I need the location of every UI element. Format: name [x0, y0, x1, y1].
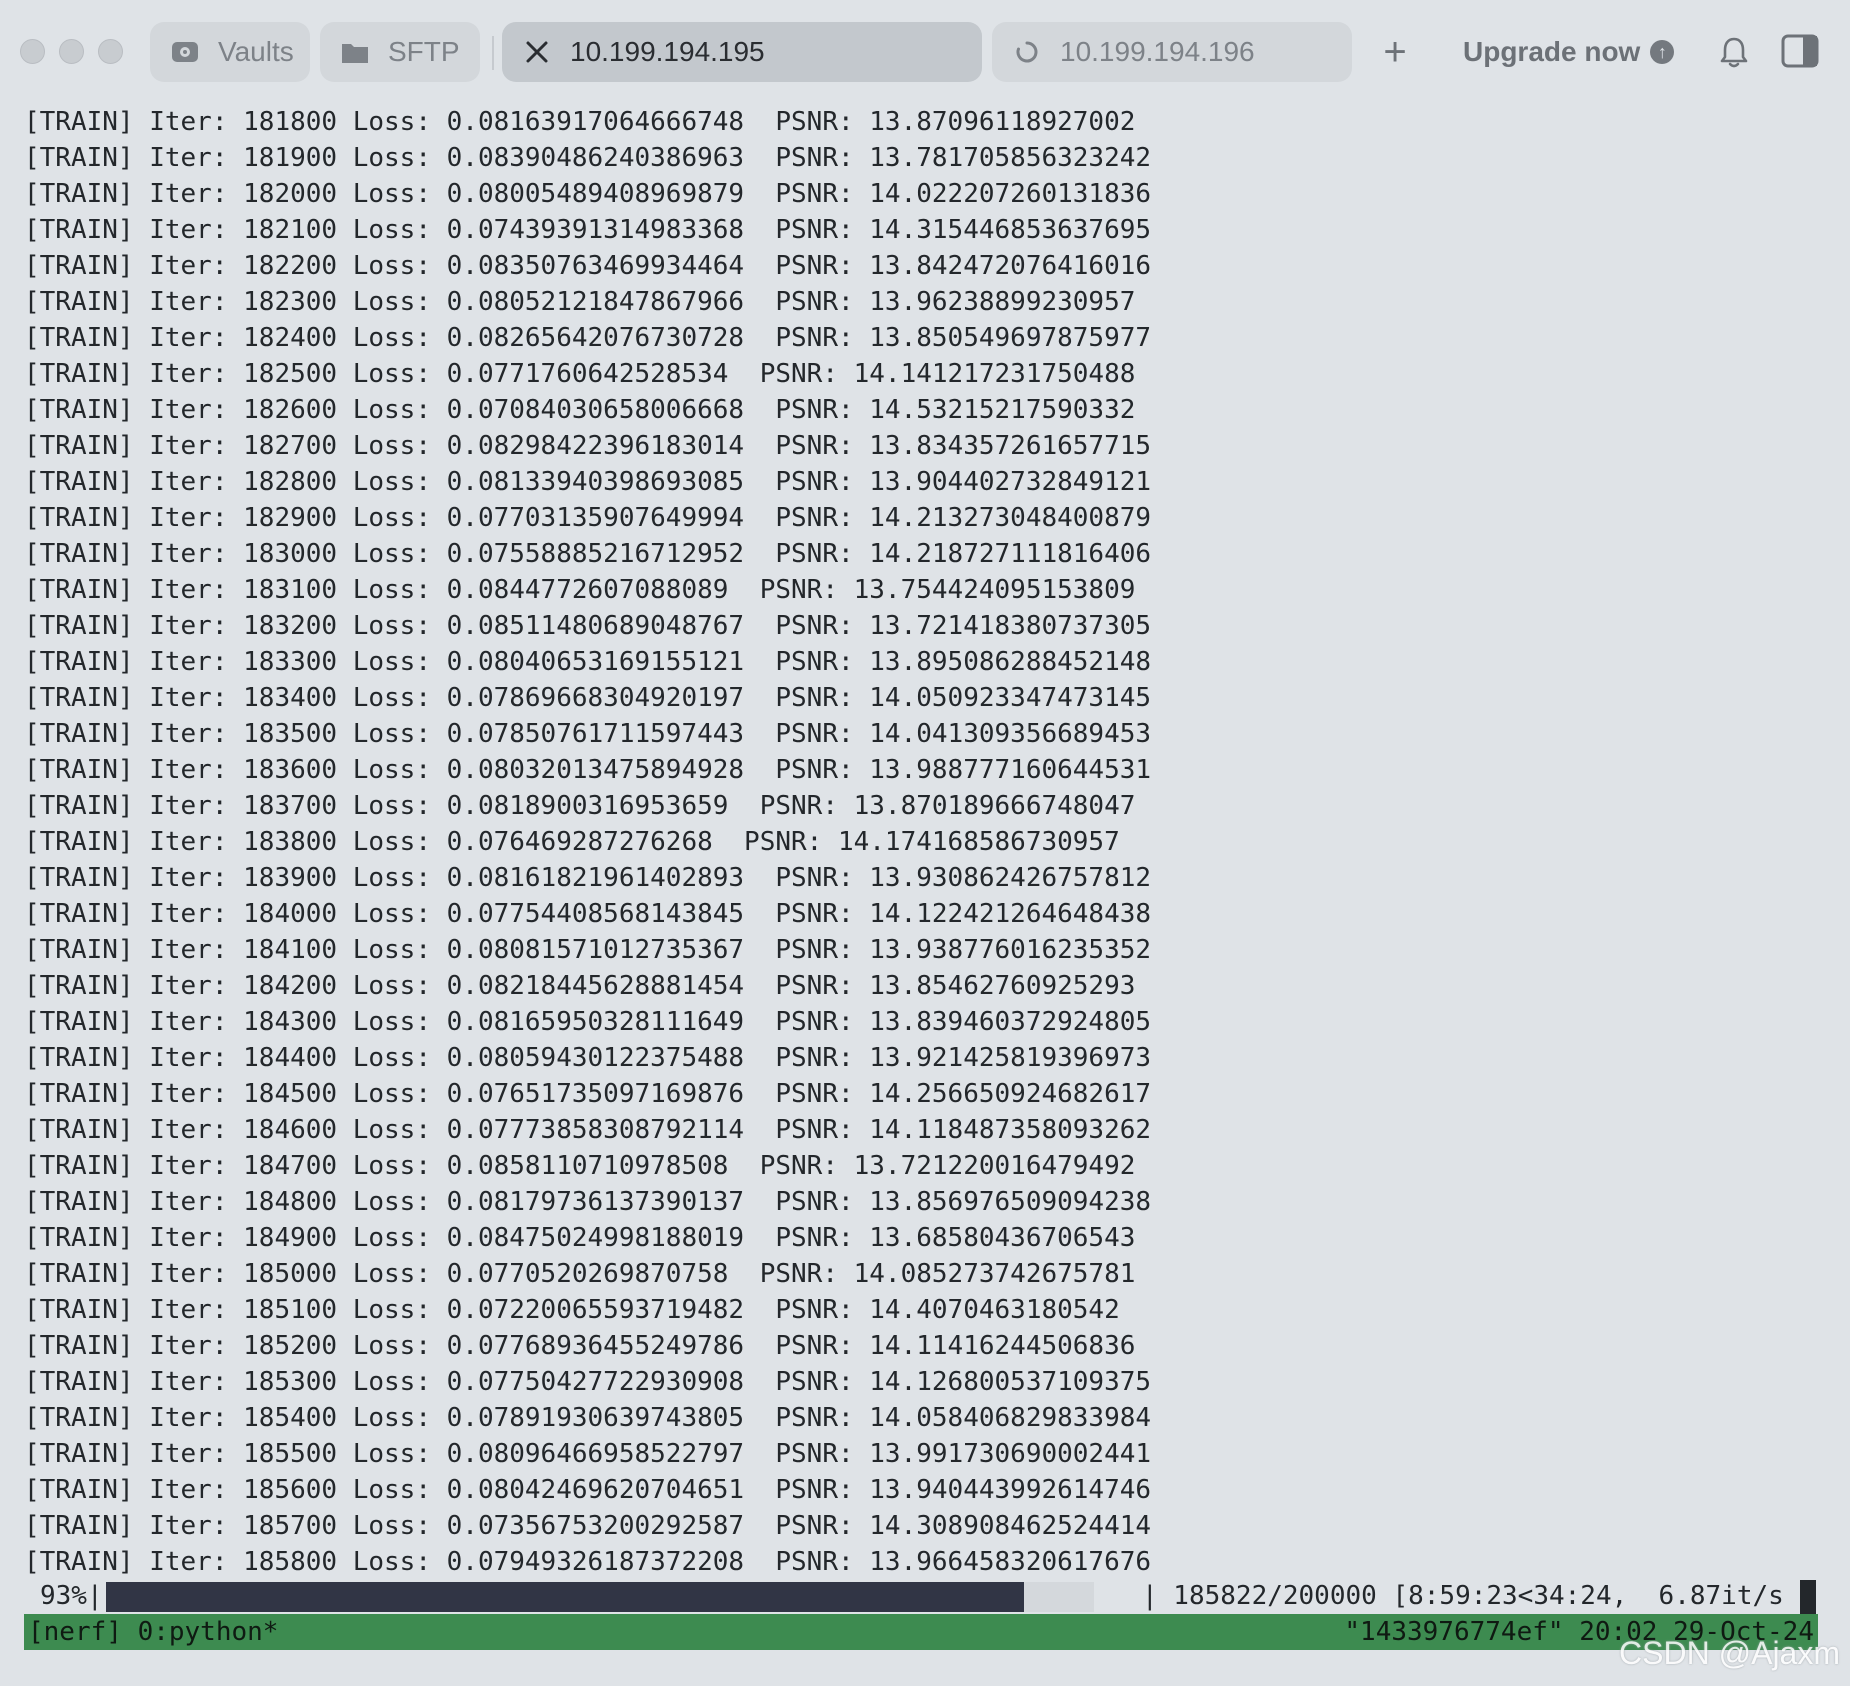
bell-icon[interactable]: [1714, 32, 1754, 72]
log-line: [TRAIN] Iter: 184300 Loss: 0.08165950328…: [24, 1007, 1152, 1037]
log-line: [TRAIN] Iter: 183500 Loss: 0.07850761711…: [24, 719, 1152, 749]
sidebar-toggle-icon[interactable]: [1781, 34, 1819, 68]
log-line: [TRAIN] Iter: 185700 Loss: 0.07356753200…: [24, 1511, 1152, 1541]
tab-host-2[interactable]: 10.199.194.196: [992, 22, 1352, 82]
log-line: [TRAIN] Iter: 184200 Loss: 0.08218445628…: [24, 971, 1136, 1001]
log-line: [TRAIN] Iter: 185800 Loss: 0.07949326187…: [24, 1547, 1152, 1577]
progress-bar: [106, 1582, 1094, 1612]
log-line: [TRAIN] Iter: 182300 Loss: 0.08052121847…: [24, 287, 1136, 317]
upgrade-button[interactable]: Upgrade now ↑: [1463, 30, 1675, 74]
log-line: [TRAIN] Iter: 182900 Loss: 0.07703135907…: [24, 503, 1152, 533]
tab-label: 10.199.194.195: [570, 36, 765, 67]
close-window-button[interactable]: [20, 39, 45, 64]
log-lines: [TRAIN] Iter: 181800 Loss: 0.08163917064…: [24, 104, 1818, 1580]
log-line: [TRAIN] Iter: 184500 Loss: 0.07651735097…: [24, 1079, 1152, 1109]
progress-percent: 93%|: [40, 1581, 103, 1611]
progress-bar-fill: [106, 1582, 1024, 1612]
tab-active-host[interactable]: 10.199.194.195: [502, 22, 982, 82]
log-line: [TRAIN] Iter: 184100 Loss: 0.08081571012…: [24, 935, 1152, 965]
folder-icon: [338, 35, 372, 69]
tab-divider: [492, 36, 494, 70]
log-line: [TRAIN] Iter: 183400 Loss: 0.07869668304…: [24, 683, 1152, 713]
log-line: [TRAIN] Iter: 185100 Loss: 0.07220065593…: [24, 1295, 1120, 1325]
progress-line: 93%| | 185822/200000 [8:59:23<34:24, 6.8…: [24, 1578, 1818, 1614]
log-line: [TRAIN] Iter: 185200 Loss: 0.07768936455…: [24, 1331, 1136, 1361]
log-line: [TRAIN] Iter: 182600 Loss: 0.07084030658…: [24, 395, 1136, 425]
log-line: [TRAIN] Iter: 184000 Loss: 0.07754408568…: [24, 899, 1152, 929]
log-line: [TRAIN] Iter: 184700 Loss: 0.08581107109…: [24, 1151, 1136, 1181]
log-line: [TRAIN] Iter: 183200 Loss: 0.08511480689…: [24, 611, 1152, 641]
zoom-window-button[interactable]: [98, 39, 123, 64]
log-line: [TRAIN] Iter: 183800 Loss: 0.07646928727…: [24, 827, 1120, 857]
upgrade-label: Upgrade now: [1463, 36, 1641, 67]
watermark: CSDN @Ajaxm: [1619, 1635, 1840, 1671]
loading-icon: [1010, 35, 1044, 69]
terminal-output[interactable]: [TRAIN] Iter: 181800 Loss: 0.08163917064…: [24, 104, 1818, 1652]
tmux-status-bar: [nerf] 0:python* "1433976774ef" 20:02 29…: [24, 1614, 1818, 1650]
log-line: [TRAIN] Iter: 182000 Loss: 0.08005489408…: [24, 179, 1152, 209]
arrow-up-icon: ↑: [1650, 40, 1675, 64]
tab-label: 10.199.194.196: [1060, 36, 1255, 67]
tab-label: SFTP: [388, 36, 460, 67]
log-line: [TRAIN] Iter: 182700 Loss: 0.08298422396…: [24, 431, 1152, 461]
log-line: [TRAIN] Iter: 182100 Loss: 0.07439391314…: [24, 215, 1152, 245]
log-line: [TRAIN] Iter: 183600 Loss: 0.08032013475…: [24, 755, 1152, 785]
log-line: [TRAIN] Iter: 184900 Loss: 0.08475024998…: [24, 1223, 1136, 1253]
log-line: [TRAIN] Iter: 181800 Loss: 0.08163917064…: [24, 107, 1136, 137]
log-line: [TRAIN] Iter: 182400 Loss: 0.08265642076…: [24, 323, 1152, 353]
log-line: [TRAIN] Iter: 182800 Loss: 0.08133940398…: [24, 467, 1152, 497]
log-line: [TRAIN] Iter: 185000 Loss: 0.07705202698…: [24, 1259, 1136, 1289]
log-line: [TRAIN] Iter: 183000 Loss: 0.07558885216…: [24, 539, 1152, 569]
log-line: [TRAIN] Iter: 183700 Loss: 0.08189003169…: [24, 791, 1136, 821]
log-line: [TRAIN] Iter: 185400 Loss: 0.07891930639…: [24, 1403, 1152, 1433]
tab-vaults[interactable]: Vaults: [150, 22, 310, 82]
tab-bar: Vaults SFTP 10.199.194.195 10.199.194.19…: [0, 0, 1850, 104]
log-line: [TRAIN] Iter: 183300 Loss: 0.08040653169…: [24, 647, 1152, 677]
log-line: [TRAIN] Iter: 185300 Loss: 0.07750427722…: [24, 1367, 1152, 1397]
tmux-session[interactable]: [nerf] 0:python*: [28, 1614, 278, 1650]
new-tab-button[interactable]: +: [1375, 28, 1415, 76]
tab-sftp[interactable]: SFTP: [320, 22, 480, 82]
log-line: [TRAIN] Iter: 183100 Loss: 0.08447726070…: [24, 575, 1136, 605]
terminal-window: Vaults SFTP 10.199.194.195 10.199.194.19…: [0, 0, 1850, 1686]
tab-label: Vaults: [218, 36, 294, 67]
terminal-cursor: [1800, 1580, 1816, 1614]
log-line: [TRAIN] Iter: 181900 Loss: 0.08390486240…: [24, 143, 1152, 173]
log-line: [TRAIN] Iter: 185500 Loss: 0.08096466958…: [24, 1439, 1152, 1469]
log-line: [TRAIN] Iter: 184400 Loss: 0.08059430122…: [24, 1043, 1152, 1073]
minimize-window-button[interactable]: [59, 39, 84, 64]
log-line: [TRAIN] Iter: 183900 Loss: 0.08161821961…: [24, 863, 1152, 893]
vault-icon: [168, 35, 202, 69]
progress-detail: | 185822/200000 [8:59:23<34:24, 6.87it/s: [1142, 1581, 1784, 1611]
close-icon[interactable]: [520, 35, 554, 69]
log-line: [TRAIN] Iter: 182500 Loss: 0.07717606425…: [24, 359, 1136, 389]
log-line: [TRAIN] Iter: 182200 Loss: 0.08350763469…: [24, 251, 1152, 281]
log-line: [TRAIN] Iter: 184800 Loss: 0.08179736137…: [24, 1187, 1152, 1217]
log-line: [TRAIN] Iter: 184600 Loss: 0.07773858308…: [24, 1115, 1152, 1145]
log-line: [TRAIN] Iter: 185600 Loss: 0.08042469620…: [24, 1475, 1152, 1505]
